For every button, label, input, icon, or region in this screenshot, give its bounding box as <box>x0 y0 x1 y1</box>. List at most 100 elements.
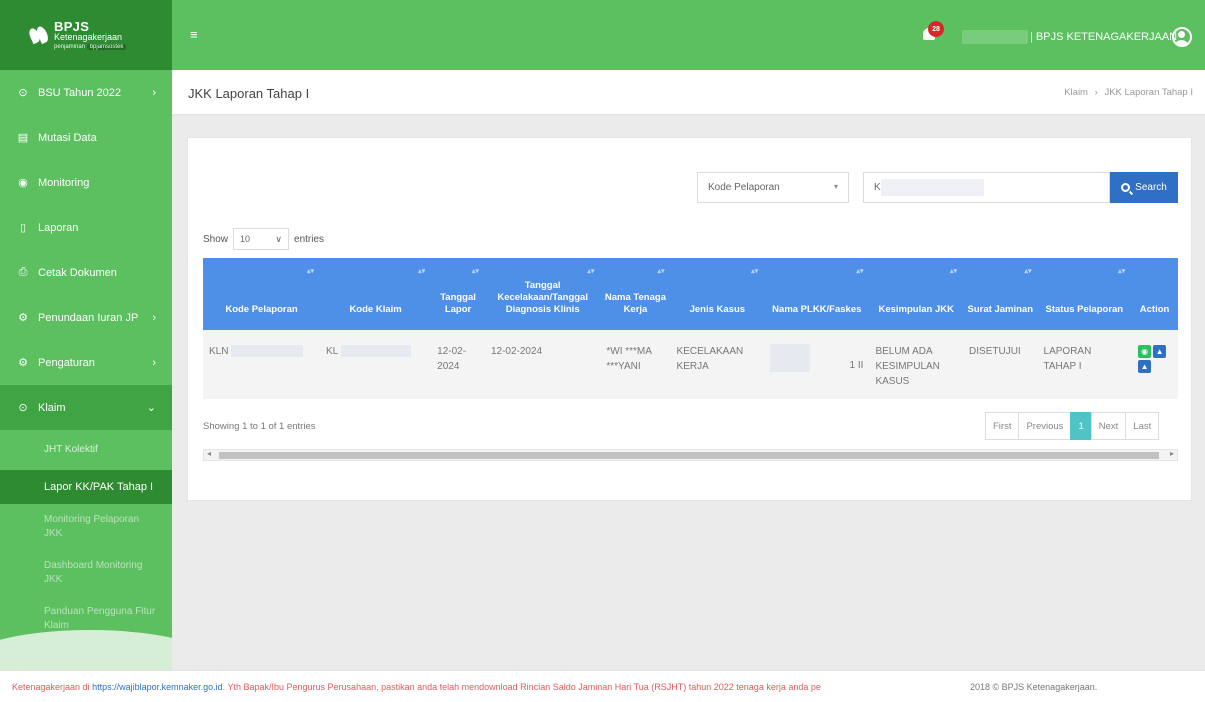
announcement-marquee: Ketenagakerjaan di https://wajiblapor.ke… <box>12 682 821 692</box>
entries-length-value: 10 <box>240 234 251 244</box>
column-kode-pelaporan[interactable]: ▴▾ Kode Pelaporan <box>203 258 320 330</box>
sidebar-item-label: Mutasi Data <box>38 131 97 144</box>
sidebar-subitem-jht-kolektif[interactable]: JHT Kolektif <box>0 430 172 470</box>
brand-tagline: penjaminan bpjamsostek <box>54 44 127 50</box>
search-input-redacted <box>881 179 984 196</box>
print-icon[interactable]: ▲ <box>1138 360 1152 373</box>
page-header: JKK Laporan Tahap I Klaim › JKK Laporan … <box>172 70 1205 115</box>
sidebar-item-bsu[interactable]: ⊙ BSU Tahun 2022 › <box>0 70 172 115</box>
cell-status-pelaporan: LAPORAN TAHAP I <box>1037 330 1132 399</box>
cell-kode-pelaporan: KLN <box>203 330 320 399</box>
sidebar-item-label: BSU Tahun 2022 <box>38 86 121 99</box>
pagination-first-button[interactable]: First <box>985 412 1020 440</box>
column-kesimpulan-jkk[interactable]: ▴▾ Kesimpulan JKK <box>869 258 964 330</box>
menu-toggle-icon[interactable]: ≡ <box>190 27 198 42</box>
pagination: First Previous 1 Next Last <box>985 412 1160 440</box>
cell-kesimpulan-jkk: BELUM ADA KESIMPULAN KASUS <box>869 330 964 399</box>
sidebar-item-label: Klaim <box>38 401 66 414</box>
check-circle-icon: ⊙ <box>18 402 28 414</box>
sidebar-item-laporan[interactable]: ▯ Laporan <box>0 205 172 250</box>
search-icon <box>1121 183 1131 192</box>
logo-mark-icon <box>27 24 51 46</box>
decorative-wave <box>0 630 172 670</box>
chevron-down-icon: ⌄ <box>146 402 156 414</box>
cell-surat-jaminan: DISETUJUI <box>963 330 1038 399</box>
redacted-value <box>770 344 811 372</box>
sidebar: BPJS Ketenagakerjaan penjaminan bpjamsos… <box>0 0 172 670</box>
column-tanggal-lapor[interactable]: ▴▾ Tanggal Lapor <box>431 258 485 330</box>
scrollbar-thumb[interactable] <box>219 452 1159 459</box>
pagination-previous-button[interactable]: Previous <box>1018 412 1072 440</box>
sidebar-item-klaim[interactable]: ⊙ Klaim ⌄ <box>0 385 172 430</box>
sidebar-subitem-monitoring-pelaporan[interactable]: Monitoring Pelaporan JKK <box>0 504 172 550</box>
sort-icon: ▴▾ <box>856 268 864 275</box>
sidebar-item-penundaan-iuran[interactable]: ⚙ Penundaan Iuran JP › <box>0 295 172 340</box>
redacted-value <box>231 345 304 358</box>
footer: Ketenagakerjaan di https://wajiblapor.ke… <box>0 670 1205 702</box>
search-field-select-value: Kode Pelaporan <box>708 182 780 193</box>
cell-nama-tenaga-kerja: *WI ***MA ***YANI <box>600 330 671 399</box>
sort-icon: ▴▾ <box>657 268 665 275</box>
sort-icon: ▴▾ <box>1118 268 1126 275</box>
sidebar-subitem-lapor-kk-pak[interactable]: Lapor KK/PAK Tahap I <box>0 470 172 504</box>
check-circle-icon: ⊙ <box>18 87 28 99</box>
pagination-next-button[interactable]: Next <box>1090 412 1127 440</box>
sidebar-item-cetak-dokumen[interactable]: ⎙ Cetak Dokumen <box>0 250 172 295</box>
cell-tanggal-kecelakaan: 12-02-2024 <box>484 330 601 399</box>
print-icon: ⎙ <box>18 266 28 278</box>
sidebar-item-monitoring[interactable]: ◉ Monitoring <box>0 160 172 205</box>
chevron-right-icon: › <box>152 311 156 324</box>
report-icon: ▯ <box>19 222 27 234</box>
sidebar-item-label: Monitoring <box>38 176 90 189</box>
cell-jenis-kasus: KECELAKAAN KERJA <box>670 330 765 399</box>
breadcrumb-separator: › <box>1094 87 1098 98</box>
scroll-right-icon[interactable]: ▸ <box>1170 449 1174 458</box>
breadcrumb-item-current: JKK Laporan Tahap I <box>1104 87 1193 98</box>
column-action: Action <box>1131 258 1178 330</box>
pagination-page-current[interactable]: 1 <box>1070 412 1092 440</box>
sidebar-item-label: Cetak Dokumen <box>38 266 117 279</box>
sort-icon: ▴▾ <box>418 268 426 275</box>
sidebar-item-mutasi-data[interactable]: ▤ Mutasi Data <box>0 115 172 160</box>
scroll-left-icon[interactable]: ◂ <box>207 449 211 458</box>
sidebar-subitem-dashboard-monitoring[interactable]: Dashboard Monitoring JKK <box>0 550 172 596</box>
breadcrumb-item-klaim[interactable]: Klaim <box>1064 87 1088 98</box>
brand-logo[interactable]: BPJS Ketenagakerjaan penjaminan bpjamsos… <box>0 0 172 70</box>
print-icon[interactable]: ▲ <box>1153 345 1167 358</box>
search-field-select[interactable]: Kode Pelaporan ▾ <box>697 172 849 203</box>
column-tanggal-kecelakaan[interactable]: ▴▾ Tanggal Kecelakaan/Tanggal Diagnosis K… <box>484 258 601 330</box>
entries-length-select[interactable]: 10 ∨ <box>233 228 290 250</box>
caret-down-icon: ▾ <box>833 182 838 191</box>
breadcrumb: Klaim › JKK Laporan Tahap I <box>1064 87 1193 98</box>
user-avatar-icon[interactable] <box>1172 27 1192 47</box>
notification-badge: 28 <box>928 21 944 37</box>
column-nama-plkk[interactable]: ▴▾ Nama PLKK/Faskes <box>764 258 870 330</box>
chevron-right-icon: › <box>152 356 156 369</box>
column-status-pelaporan[interactable]: ▴▾ Status Pelaporan <box>1037 258 1132 330</box>
entries-length-control: Show 10 ∨ entries <box>203 228 324 250</box>
cell-kode-klaim: KL <box>320 330 432 399</box>
top-navbar: ≡ 28 | BPJS KETENAGAKERJAAN <box>172 0 1205 70</box>
view-icon[interactable]: ◉ <box>1138 345 1152 358</box>
sort-icon: ▴▾ <box>587 268 595 275</box>
column-jenis-kasus[interactable]: ▴▾ Jenis Kasus <box>670 258 765 330</box>
sidebar-item-pengaturan[interactable]: ⚙ Pengaturan › <box>0 340 172 385</box>
search-button[interactable]: Search <box>1110 172 1178 203</box>
wajiblapor-link[interactable]: https://wajiblapor.kemnaker.go.id <box>92 682 223 692</box>
user-name[interactable]: | BPJS KETENAGAKERJAAN <box>1030 31 1177 43</box>
column-surat-jaminan[interactable]: ▴▾ Surat Jaminan <box>963 258 1038 330</box>
cell-action: ◉ ▲ ▲ <box>1131 330 1178 399</box>
horizontal-scrollbar[interactable]: ◂ ▸ <box>203 449 1178 461</box>
sort-icon: ▴▾ <box>1024 268 1032 275</box>
settings-icon: ⚙ <box>18 357 28 369</box>
column-kode-klaim[interactable]: ▴▾ Kode Klaim <box>320 258 432 330</box>
pagination-last-button[interactable]: Last <box>1125 412 1160 440</box>
chevron-right-icon: › <box>152 86 156 99</box>
copyright: 2018 © BPJS Ketenagakerjaan. <box>970 682 1098 692</box>
cell-tanggal-lapor: 12-02-2024 <box>431 330 485 399</box>
notification-bell-icon[interactable]: 28 <box>923 21 944 40</box>
sidebar-item-label: Laporan <box>38 221 79 234</box>
column-nama-tenaga-kerja[interactable]: ▴▾ Nama Tenaga Kerja <box>600 258 671 330</box>
table-row: KLN KL 12-02-2024 12-02-2024 *WI ***MA *… <box>203 330 1178 399</box>
entries-label: entries <box>294 233 325 245</box>
